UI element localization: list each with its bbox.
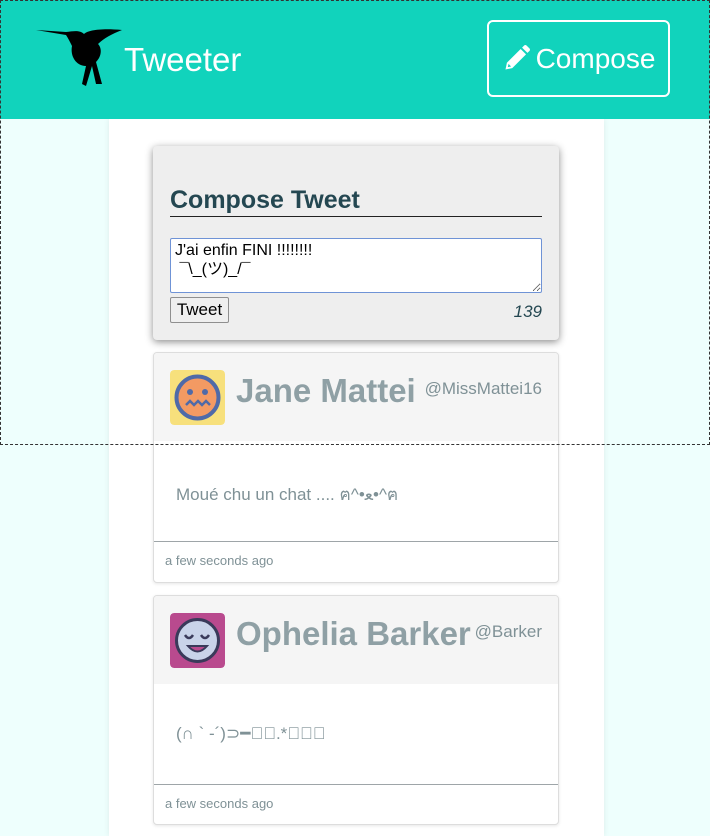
hummingbird-icon bbox=[36, 29, 122, 86]
pencil-icon bbox=[505, 44, 530, 69]
tweet-textarea[interactable]: J'ai enfin FINI !!!!!!!! ¯\_(ツ)_/¯ bbox=[170, 238, 542, 293]
divider bbox=[154, 541, 558, 542]
display-name: Ophelia Barker bbox=[236, 615, 471, 652]
compose-button[interactable]: Compose bbox=[487, 20, 670, 97]
navbar: Tweeter Compose bbox=[0, 0, 710, 119]
compose-tweet-form: Compose Tweet J'ai enfin FINI !!!!!!!! ¯… bbox=[153, 146, 559, 340]
avatar bbox=[170, 613, 225, 668]
compose-button-label: Compose bbox=[535, 42, 656, 74]
tweet-header: Jane Mattei @MissMattei16 bbox=[154, 353, 558, 441]
tweet-content: Moué chu un chat .... ฅ^•ﻌ•^ฅ bbox=[176, 485, 399, 504]
compose-title: Compose Tweet bbox=[170, 184, 542, 217]
avatar bbox=[170, 370, 225, 425]
tweet-submit-button[interactable]: Tweet bbox=[170, 297, 229, 323]
character-counter: 139 bbox=[513, 302, 542, 321]
divider bbox=[154, 784, 558, 785]
user-handle: @Barker bbox=[474, 622, 542, 641]
brand-title[interactable]: Tweeter bbox=[124, 38, 241, 82]
user-handle: @MissMattei16 bbox=[424, 379, 542, 398]
tweet-card: Jane Mattei @MissMattei16 Moué chu un ch… bbox=[153, 352, 559, 583]
display-name: Jane Mattei bbox=[236, 372, 416, 409]
tweet-header: Ophelia Barker @Barker bbox=[154, 596, 558, 684]
tweet-content: (∩ ` -´)⊃━☆ﾟ.*･｡ﾟ bbox=[176, 724, 326, 743]
tweet-card: Ophelia Barker @Barker (∩ ` -´)⊃━☆ﾟ.*･｡ﾟ… bbox=[153, 595, 559, 825]
tweet-timestamp: a few seconds ago bbox=[165, 553, 274, 568]
tweet-timestamp: a few seconds ago bbox=[165, 796, 274, 811]
